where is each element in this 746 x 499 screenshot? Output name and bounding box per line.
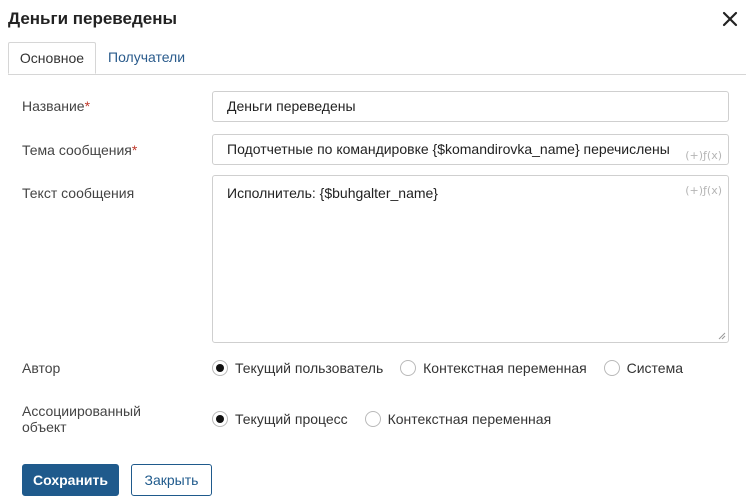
subject-input-value: Подотчетные по командировке {$komandirov… — [227, 141, 670, 157]
close-icon[interactable] — [719, 8, 741, 30]
radio-checked-icon[interactable] — [212, 411, 228, 427]
subject-input[interactable]: Подотчетные по командировке {$komandirov… — [212, 134, 729, 165]
associated-option-context-variable[interactable]: Контекстная переменная — [364, 411, 552, 427]
tab-recipients[interactable]: Получатели — [108, 42, 185, 74]
author-option-context-variable[interactable]: Контекстная переменная — [400, 360, 587, 376]
close-button[interactable]: Закрыть — [131, 464, 212, 496]
associated-radio-group: Текущий процесс Контекстная переменная — [212, 411, 564, 430]
name-input-value: Деньги переведены — [227, 98, 356, 114]
insert-variable-icon[interactable]: (+)ƒ(x) — [685, 141, 722, 170]
subject-label-text: Тема сообщения — [22, 142, 132, 158]
name-label: Название* — [22, 98, 90, 114]
author-radio-group: Текущий пользователь Контекстная перемен… — [212, 360, 696, 379]
radio-checked-icon[interactable] — [212, 360, 228, 376]
radio-unchecked-icon[interactable] — [400, 360, 417, 376]
name-input[interactable]: Деньги переведены — [212, 91, 729, 122]
tab-bar: Основное Получатели — [8, 42, 746, 75]
author-option-system[interactable]: Система — [603, 360, 684, 376]
insert-variable-icon[interactable]: (+)ƒ(x) — [685, 182, 722, 200]
tab-main[interactable]: Основное — [8, 42, 96, 74]
radio-label: Текущий процесс — [235, 411, 348, 427]
name-label-text: Название — [22, 98, 85, 114]
resize-handle-icon[interactable] — [718, 332, 726, 340]
radio-label: Контекстная переменная — [387, 411, 552, 427]
associated-label-line1: Ассоциированный — [22, 403, 141, 419]
required-mark: * — [84, 98, 91, 114]
radio-label: Текущий пользователь — [235, 360, 384, 376]
radio-label: Система — [626, 360, 684, 376]
radio-unchecked-icon[interactable] — [603, 360, 620, 376]
radio-unchecked-icon[interactable] — [364, 411, 381, 427]
dialog-title: Деньги переведены — [8, 9, 178, 28]
author-label: Автор — [22, 360, 61, 376]
message-label: Текст сообщения — [22, 185, 135, 201]
associated-object-label: Ассоциированный объект — [22, 403, 141, 435]
subject-label: Тема сообщения* — [22, 142, 137, 158]
required-mark: * — [131, 142, 138, 158]
author-option-current-user[interactable]: Текущий пользователь — [212, 360, 383, 376]
message-textarea[interactable]: Исполнитель: {$buhgalter_name} (+)ƒ(x) — [212, 175, 729, 343]
message-textarea-value: Исполнитель: {$buhgalter_name} — [227, 185, 438, 201]
associated-option-current-process[interactable]: Текущий процесс — [212, 411, 348, 427]
associated-label-line2: объект — [22, 419, 67, 435]
save-button[interactable]: Сохранить — [22, 464, 119, 496]
radio-label: Контекстная переменная — [423, 360, 587, 376]
